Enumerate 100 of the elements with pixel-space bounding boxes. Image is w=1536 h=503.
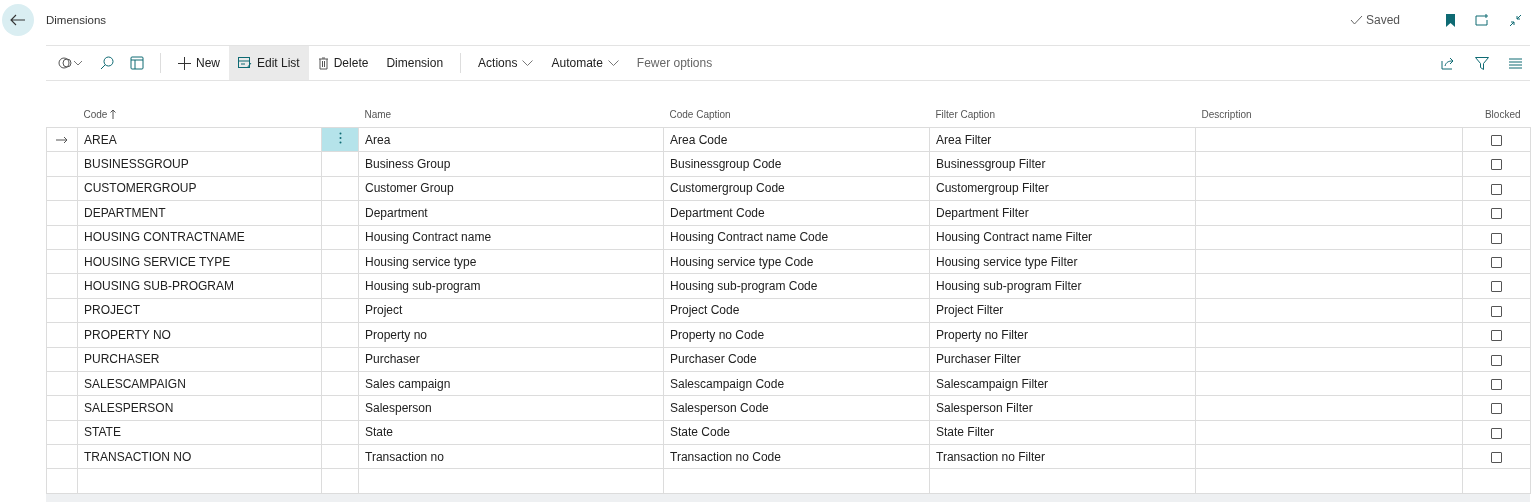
table-cell: Property no [358, 322, 664, 347]
table-cell: Purchaser Filter [929, 347, 1196, 372]
checkbox[interactable] [1491, 403, 1502, 415]
column-header[interactable]: Description [1201, 108, 1252, 120]
column-header[interactable]: Filter Caption [935, 108, 995, 120]
table-cell[interactable]: STATE [77, 420, 322, 445]
table-cell[interactable]: CUSTOMERGROUP [77, 176, 322, 201]
checkbox[interactable] [1491, 305, 1502, 317]
trash-icon [317, 56, 329, 70]
table-cell: Salesperson Code [663, 395, 930, 421]
table-cell: Purchaser Code [663, 347, 930, 372]
table-cell: Customergroup Code [663, 176, 930, 201]
table-cell[interactable]: AREA [77, 127, 322, 152]
table-cell: Transaction no [358, 444, 664, 469]
checkbox[interactable] [1491, 208, 1502, 220]
more-vertical-icon [338, 132, 342, 145]
edit-list-icon [238, 57, 252, 69]
table-cell: Department [358, 200, 664, 226]
table-cell: Housing service type Code [663, 249, 930, 274]
collapse-icon[interactable] [1509, 13, 1522, 27]
table-cell[interactable]: HOUSING SERVICE TYPE [77, 249, 322, 274]
table-cell: Area [358, 127, 664, 152]
table-cell: State Filter [929, 420, 1196, 445]
toolbar-button[interactable]: Automate [542, 46, 628, 80]
checkbox[interactable] [1491, 354, 1502, 366]
table-cell: Housing Contract name Code [663, 225, 930, 250]
share-icon[interactable] [1441, 56, 1455, 70]
table-cell: Area Filter [929, 127, 1196, 152]
checkbox[interactable] [1491, 330, 1502, 342]
back-arrow-icon [10, 14, 26, 26]
column-header[interactable]: Code Caption [669, 108, 731, 120]
toolbar-button[interactable]: Edit List [229, 46, 309, 80]
table-cell: Housing sub-program Code [663, 273, 930, 299]
table-cell: Salescampaign Code [663, 371, 930, 396]
table-cell: Housing Contract name Filter [929, 225, 1196, 250]
checkbox[interactable] [1491, 281, 1502, 293]
table-cell[interactable]: TRANSACTION NO [77, 444, 322, 469]
table-cell[interactable]: PROJECT [77, 298, 322, 323]
table-cell: Transaction no Code [663, 444, 930, 469]
column-header[interactable]: Blocked [1484, 108, 1521, 120]
table-cell: Business Group [358, 151, 664, 177]
bookmark-icon[interactable] [1446, 13, 1455, 27]
table-cell: Housing service type [358, 249, 664, 274]
table-cell[interactable]: PURCHASER [77, 347, 322, 372]
table-cell: Salesperson Filter [929, 395, 1196, 421]
table-cell: Property no Filter [929, 322, 1196, 347]
table-cell[interactable]: PROPERTY NO [77, 322, 322, 347]
table-cell[interactable]: HOUSING SUB-PROGRAM [77, 273, 322, 299]
table-cell: Department Filter [929, 200, 1196, 226]
chevron-down-icon [522, 60, 534, 66]
table-cell: Transaction no Filter [929, 444, 1196, 469]
table-cell[interactable]: DEPARTMENT [77, 200, 322, 226]
table-cell[interactable]: SALESCAMPAIGN [77, 371, 322, 396]
checkbox[interactable] [1491, 232, 1502, 244]
table-cell: Sales campaign [358, 371, 664, 396]
table-cell: Salesperson [358, 395, 664, 421]
checkmark-icon [1349, 15, 1363, 25]
table-cell: Housing Contract name [358, 225, 664, 250]
table-cell: Purchaser [358, 347, 664, 372]
table-cell: Property no Code [663, 322, 930, 347]
checkbox[interactable] [1491, 427, 1502, 439]
sort-ascending-icon [110, 109, 117, 119]
table-cell: Customer Group [358, 176, 664, 201]
open-new-window-icon[interactable] [1475, 14, 1489, 26]
column-header[interactable]: Code [83, 108, 108, 120]
checkbox[interactable] [1491, 183, 1502, 195]
filter-icon[interactable] [1475, 56, 1489, 70]
table-cell: Customergroup Filter [929, 176, 1196, 201]
checkbox[interactable] [1491, 256, 1502, 268]
checkbox[interactable] [1491, 135, 1502, 146]
checkbox[interactable] [1491, 452, 1502, 464]
table-cell: Businessgroup Code [663, 151, 930, 177]
checkbox[interactable] [1491, 159, 1502, 171]
table-cell[interactable]: SALESPERSON [77, 395, 322, 421]
table-cell: State [358, 420, 664, 445]
table-cell: Project [358, 298, 664, 323]
table-cell: State Code [663, 420, 930, 445]
toolbar-button[interactable]: Actions [469, 46, 543, 80]
saved-status: Saved [1349, 13, 1400, 27]
page-title: Dimensions [46, 14, 107, 26]
table-cell: Department Code [663, 200, 930, 226]
back-button[interactable] [2, 4, 34, 36]
table-cell: Project Filter [929, 298, 1196, 323]
table-cell: Salescampaign Filter [929, 371, 1196, 396]
chevron-down-icon [607, 60, 619, 66]
table-cell: Project Code [663, 298, 930, 323]
table-cell: Area Code [663, 127, 930, 152]
toolbar-button[interactable]: Dimension [377, 46, 453, 80]
table-cell: Businessgroup Filter [929, 151, 1196, 177]
column-header[interactable]: Name [364, 108, 392, 120]
table-cell: Housing sub-program [358, 273, 664, 299]
toolbar-button[interactable]: Delete [308, 46, 378, 80]
checkbox[interactable] [1491, 378, 1502, 390]
fewer-options-link[interactable]: Fewer options [627, 46, 722, 80]
toolbar-button[interactable]: New [169, 46, 229, 80]
table-cell: Housing service type Filter [929, 249, 1196, 274]
table-cell[interactable]: BUSINESSGROUP [77, 151, 322, 177]
plus-icon [178, 56, 191, 70]
table-cell: Housing sub-program Filter [929, 273, 1196, 299]
table-cell[interactable]: HOUSING CONTRACTNAME [77, 225, 322, 250]
